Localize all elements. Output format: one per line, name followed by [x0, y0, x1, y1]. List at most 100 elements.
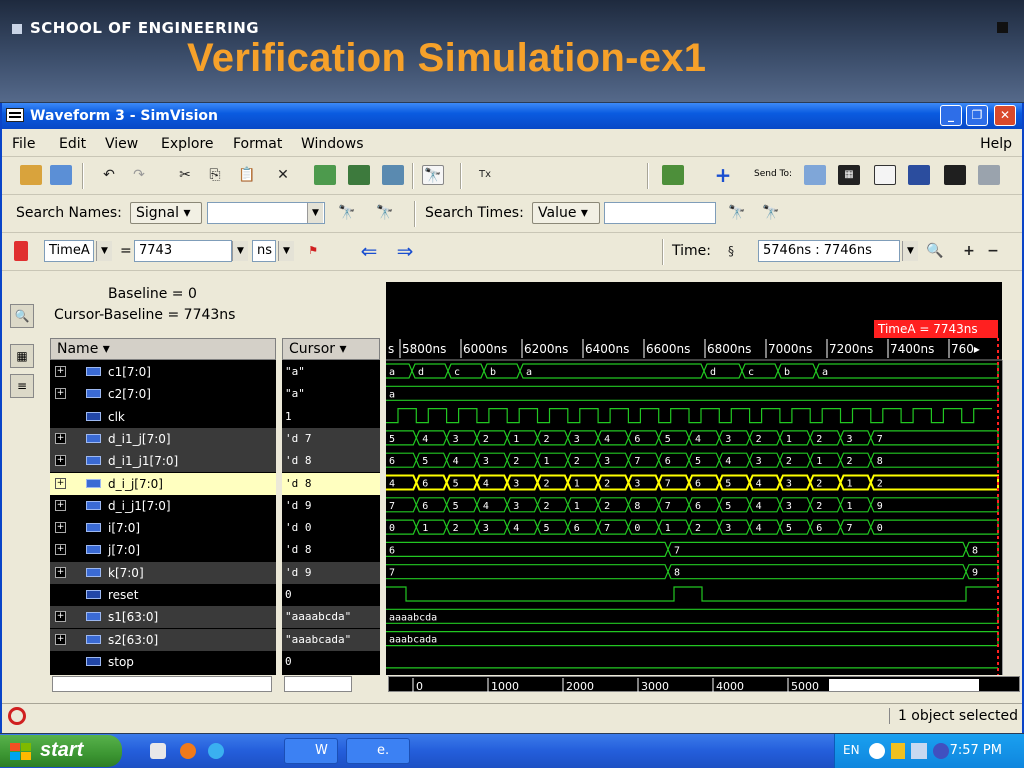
cursor-value[interactable]: "a" — [282, 383, 380, 405]
cursor-value[interactable]: "aaabcada" — [282, 628, 380, 651]
cut-icon[interactable]: ✂ — [174, 165, 196, 185]
chevron-down-icon[interactable]: ▼ — [902, 241, 918, 261]
signal-row[interactable]: + d_i_j[7:0] — [50, 472, 276, 495]
marker-icon[interactable]: ⚑ — [302, 241, 324, 261]
copy-icon[interactable]: ⎘ — [204, 165, 226, 185]
text-expression-icon[interactable]: Tx — [474, 165, 496, 185]
signal-row[interactable]: stop — [50, 651, 276, 673]
name-column-header[interactable]: Name ▾ — [50, 338, 276, 360]
start-button[interactable]: start — [0, 735, 122, 767]
firefox-icon[interactable] — [180, 743, 196, 759]
overview-time-scrollbar[interactable]: 0 1000 2000 3000 4000 5000 — [388, 676, 1020, 693]
expand-icon[interactable]: + — [55, 566, 66, 578]
overview-visible-window[interactable] — [829, 679, 979, 691]
cursor-value[interactable]: 'd 9 — [282, 561, 380, 584]
menu-help[interactable]: Help — [980, 136, 1012, 152]
search-names-up-icon[interactable]: 🔭 — [374, 203, 396, 223]
signal-row[interactable]: + i[7:0] — [50, 517, 276, 539]
signal-row[interactable]: + j[7:0] — [50, 539, 276, 561]
expand-icon[interactable]: + — [55, 455, 66, 467]
side-waveform-icon[interactable]: ▦ — [10, 344, 34, 368]
signal-row[interactable]: + s1[63:0] — [50, 606, 276, 629]
send-to-schematic-icon[interactable] — [908, 165, 930, 185]
cursor-value[interactable]: 'd 9 — [282, 495, 380, 517]
task-waveform-button[interactable]: W — [284, 738, 338, 764]
cursor-value[interactable]: 'd 8 — [282, 539, 380, 561]
language-indicator[interactable]: EN — [843, 743, 860, 757]
language-switch-icon[interactable] — [869, 743, 885, 759]
menu-format[interactable]: Format — [233, 136, 282, 152]
signal-row[interactable]: + d_i1_j[7:0] — [50, 427, 276, 450]
expand-icon[interactable]: + — [55, 499, 66, 511]
expand-icon[interactable]: + — [55, 611, 66, 623]
search-names-mode-select[interactable]: Signal ▾ — [130, 202, 202, 224]
chevron-down-icon[interactable]: ▼ — [96, 241, 112, 261]
expand-icon[interactable]: + — [55, 633, 66, 645]
signal-row[interactable]: + d_i_j1[7:0] — [50, 495, 276, 517]
reopen-icon[interactable] — [50, 165, 72, 185]
binoculars-select-icon[interactable]: 🔭 — [422, 165, 444, 185]
menu-file[interactable]: File — [12, 136, 35, 152]
paste-icon[interactable]: 📋 — [236, 165, 258, 185]
signal-row[interactable]: + c2[7:0] — [50, 383, 276, 405]
cursor-column-header[interactable]: Cursor ▾ — [282, 338, 380, 360]
expand-icon[interactable]: + — [55, 388, 66, 400]
expand-icon[interactable]: + — [55, 477, 66, 489]
search-times-up-icon[interactable]: 🔭 — [760, 203, 782, 223]
signal-row[interactable]: + d_i1_j1[7:0] — [50, 450, 276, 473]
cursor-value[interactable]: "a" — [282, 361, 380, 383]
waveform-canvas[interactable]: s 5800ns 6000ns 6200ns 6400ns 6600ns 6800ns 700… — [386, 282, 1002, 675]
cursor-flag-icon[interactable] — [14, 241, 28, 261]
cursor-name-select[interactable]: TimeA — [44, 240, 94, 262]
task-e-button[interactable]: e. — [346, 738, 410, 764]
waveform-vertical-scrollbar[interactable] — [1002, 360, 1020, 675]
next-edge-icon[interactable]: ⇒ — [394, 241, 416, 261]
cursor-value[interactable]: 1 — [282, 406, 380, 428]
expand-icon[interactable]: + — [55, 432, 66, 444]
zoom-out-icon[interactable]: − — [982, 241, 1004, 261]
signal-row[interactable]: + c1[7:0] — [50, 361, 276, 383]
maximize-button[interactable]: ❐ — [966, 105, 988, 126]
create-marker-icon[interactable] — [382, 165, 404, 185]
search-names-down-icon[interactable]: 🔭 — [336, 203, 358, 223]
chevron-down-icon[interactable]: ▼ — [278, 241, 294, 261]
redo-icon[interactable]: ↷ — [128, 165, 150, 185]
menu-view[interactable]: View — [105, 136, 138, 152]
cursor-value[interactable]: 'd 8 — [282, 450, 380, 473]
menu-windows[interactable]: Windows — [301, 136, 364, 152]
cursor-value-input[interactable]: 7743 — [134, 240, 232, 262]
stop-simulation-icon[interactable] — [8, 707, 26, 725]
cursor-value[interactable]: 'd 8 — [282, 472, 380, 495]
calculator-icon[interactable] — [978, 165, 1000, 185]
side-list-icon[interactable]: ≡ — [10, 374, 34, 398]
search-times-input[interactable] — [604, 202, 716, 224]
signal-row[interactable]: reset — [50, 584, 276, 606]
zoom-icon[interactable]: 🔍 — [924, 241, 946, 261]
cursor-unit-select[interactable]: ns — [252, 240, 276, 262]
open-database-icon[interactable] — [20, 165, 42, 185]
schematic-tracer-icon[interactable] — [662, 165, 684, 185]
cursor-value[interactable]: 'd 7 — [282, 427, 380, 450]
send-to-watch-icon[interactable] — [944, 165, 966, 185]
add-plus-icon[interactable]: + — [712, 165, 734, 185]
previous-edge-icon[interactable]: ⇐ — [358, 241, 380, 261]
time-range-input[interactable]: 5746ns : 7746ns — [758, 240, 900, 262]
close-button[interactable]: ✕ — [994, 105, 1016, 126]
zoom-in-icon[interactable]: + — [958, 241, 980, 261]
quicklaunch-icon[interactable] — [150, 743, 166, 759]
send-to-source-icon[interactable] — [804, 165, 826, 185]
cursor-value[interactable]: 0 — [282, 651, 380, 673]
security-shield-icon[interactable] — [891, 743, 905, 759]
search-times-down-icon[interactable]: 🔭 — [726, 203, 748, 223]
signal-row[interactable]: + s2[63:0] — [50, 628, 276, 651]
window-titlebar[interactable]: Waveform 3 - SimVision _ ❐ ✕ — [2, 103, 1022, 129]
undo-icon[interactable]: ↶ — [98, 165, 120, 185]
expand-icon[interactable]: + — [55, 544, 66, 556]
expand-icon[interactable]: + — [55, 366, 66, 377]
signal-row[interactable]: + k[7:0] — [50, 561, 276, 584]
send-to-waveform-icon[interactable]: ▦ — [838, 165, 860, 185]
ie-icon[interactable] — [208, 743, 224, 759]
menu-edit[interactable]: Edit — [59, 136, 86, 152]
signal-row[interactable]: clk — [50, 406, 276, 428]
network-icon[interactable] — [911, 743, 927, 759]
